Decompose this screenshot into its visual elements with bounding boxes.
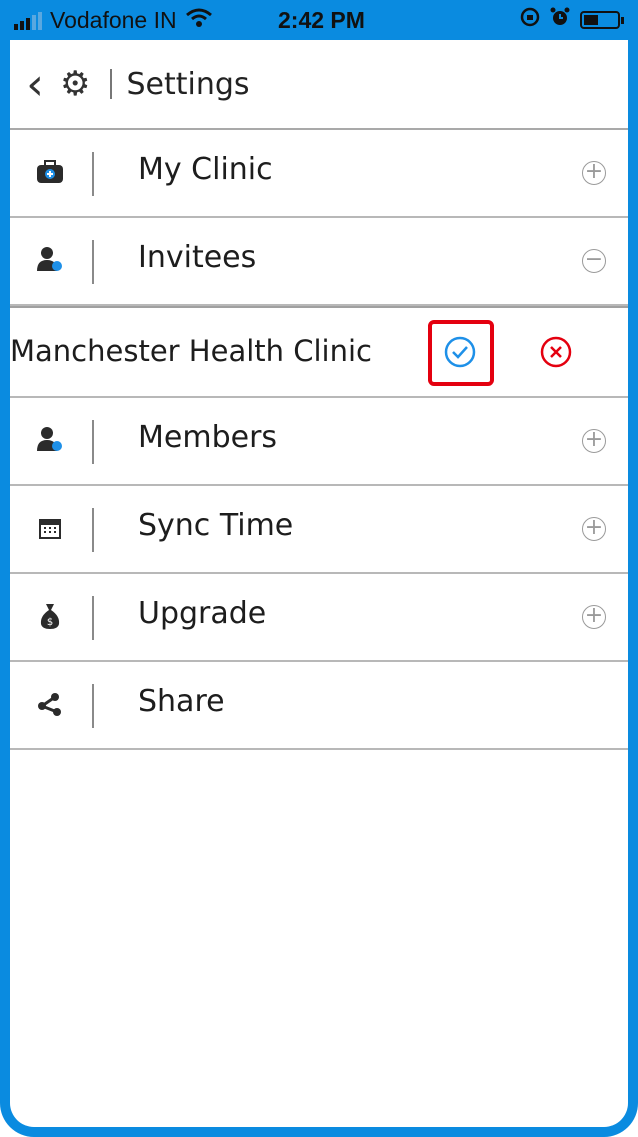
row-divider — [92, 240, 94, 284]
menu-item-members[interactable]: Members + — [10, 398, 628, 486]
back-button[interactable]: ‹ — [10, 59, 60, 110]
invitation-row: Manchester Health Clinic — [10, 308, 628, 398]
menu-label: Share — [138, 684, 225, 719]
status-left: Vodafone IN — [14, 7, 213, 34]
row-divider — [92, 596, 94, 640]
battery-icon — [580, 10, 624, 29]
alarm-icon — [550, 6, 570, 33]
page-title: Settings — [126, 66, 250, 102]
accept-highlight — [428, 320, 494, 386]
carrier-label: Vodafone IN — [50, 7, 177, 33]
row-divider — [92, 508, 94, 552]
share-icon — [28, 690, 72, 720]
money-bag-icon: $ — [28, 602, 72, 632]
expand-icon[interactable]: + — [582, 605, 606, 629]
reject-x-icon[interactable] — [540, 336, 572, 368]
status-bar: Vodafone IN 2:42 PM — [0, 0, 638, 40]
clinic-name: Manchester Health Clinic — [10, 334, 372, 368]
header-divider — [110, 69, 113, 99]
expand-icon[interactable]: + — [582, 517, 606, 541]
menu-item-my-clinic[interactable]: My Clinic + — [10, 130, 628, 218]
user-plus-icon — [28, 246, 72, 276]
menu-label: Sync Time — [138, 508, 294, 543]
row-divider — [92, 152, 94, 196]
menu-item-invitees[interactable]: Invitees − — [10, 218, 628, 306]
menu-label: Upgrade — [138, 596, 267, 631]
menu-label: Members — [138, 420, 278, 455]
menu-label: My Clinic — [138, 152, 273, 187]
calendar-icon — [28, 514, 72, 544]
settings-gear-icon: ⚙ — [60, 64, 91, 104]
clinic-bag-icon — [28, 158, 72, 188]
expand-icon[interactable]: + — [582, 161, 606, 185]
expand-icon[interactable]: + — [582, 429, 606, 453]
header: ‹ ⚙ Settings — [10, 40, 628, 130]
status-right — [520, 6, 624, 33]
wifi-icon — [185, 7, 213, 34]
accept-check-icon[interactable] — [444, 336, 476, 368]
svg-text:$: $ — [47, 617, 53, 628]
menu-item-share[interactable]: Share — [10, 662, 628, 750]
row-divider — [92, 684, 94, 728]
status-time: 2:42 PM — [278, 7, 365, 33]
user-plus-icon — [28, 426, 72, 456]
row-divider — [92, 420, 94, 464]
menu-label: Invitees — [138, 240, 257, 275]
collapse-icon[interactable]: − — [582, 249, 606, 273]
signal-icon — [14, 11, 42, 30]
menu-item-upgrade[interactable]: $ Upgrade + — [10, 574, 628, 662]
lock-rotation-icon — [520, 6, 540, 33]
menu-item-sync-time[interactable]: Sync Time + — [10, 486, 628, 574]
